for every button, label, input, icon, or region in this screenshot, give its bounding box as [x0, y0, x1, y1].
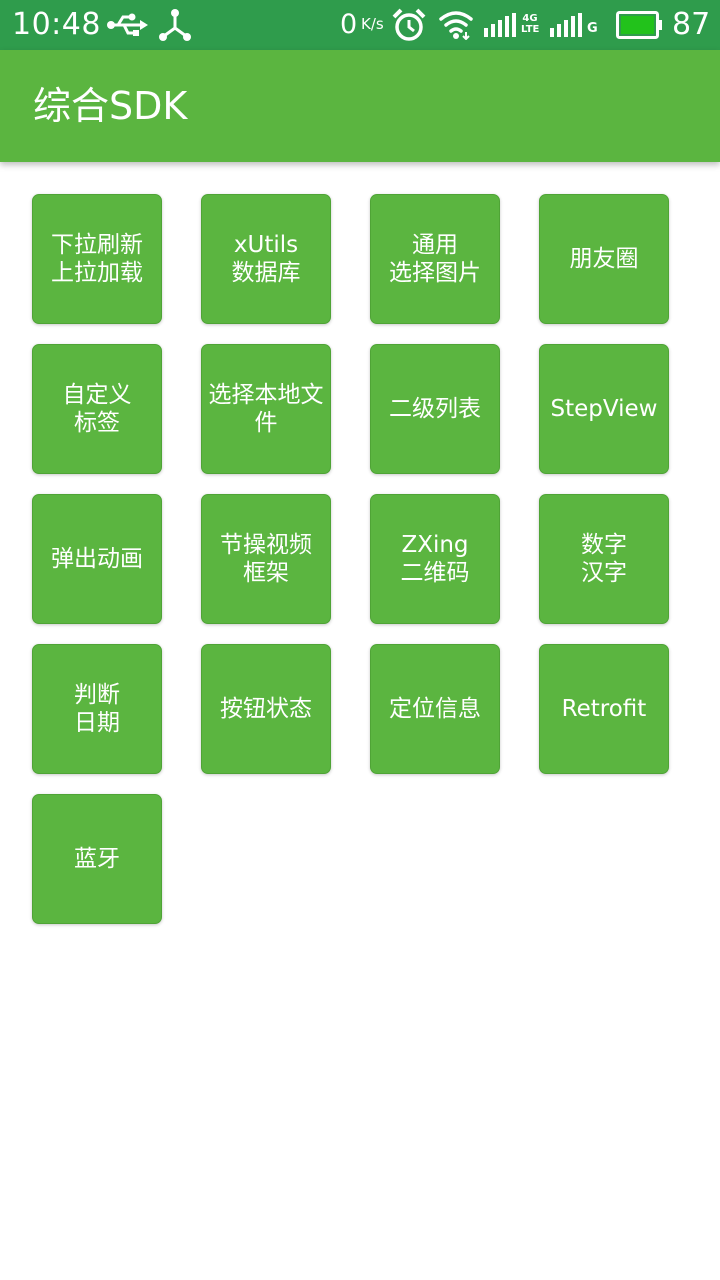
signal-icon [550, 13, 582, 37]
status-bar: 10:48 0 K/s 4G LTE G 87 [0, 0, 720, 50]
page-title: 综合SDK [33, 84, 188, 128]
tile-select-images[interactable]: 通用 选择图片 [370, 194, 500, 324]
tile-custom-tags[interactable]: 自定义 标签 [32, 344, 162, 474]
tile-zxing-qrcode[interactable]: ZXing 二维码 [370, 494, 500, 624]
signal-type-label: G [587, 21, 598, 36]
net-speed-value: 0 [340, 9, 358, 40]
tile-moments[interactable]: 朋友圈 [539, 194, 669, 324]
usb-icon [107, 13, 148, 36]
tile-number-chinese[interactable]: 数字 汉字 [539, 494, 669, 624]
tile-pull-refresh[interactable]: 下拉刷新 上拉加载 [32, 194, 162, 324]
alarm-icon [392, 8, 426, 41]
tile-location-info[interactable]: 定位信息 [370, 644, 500, 774]
tile-popup-animation[interactable]: 弹出动画 [32, 494, 162, 624]
tile-video-framework[interactable]: 节操视频 框架 [201, 494, 331, 624]
feature-grid: 下拉刷新 上拉加载 xUtils 数据库 通用 选择图片 朋友圈 自定义 标签 … [32, 194, 672, 924]
app-bar: 综合SDK [0, 50, 720, 162]
status-time: 10:48 [12, 7, 101, 42]
tile-two-level-list[interactable]: 二级列表 [370, 344, 500, 474]
signal-type-label: 4G LTE [521, 13, 540, 35]
tile-xutils-database[interactable]: xUtils 数据库 [201, 194, 331, 324]
tile-retrofit[interactable]: Retrofit [539, 644, 669, 774]
wifi-icon [439, 11, 473, 40]
net-speed-unit: K/s [361, 15, 384, 33]
tile-bluetooth[interactable]: 蓝牙 [32, 794, 162, 924]
battery-icon [616, 11, 662, 39]
battery-level: 87 [672, 7, 711, 42]
tile-button-state[interactable]: 按钮状态 [201, 644, 331, 774]
share-icon [159, 9, 191, 41]
tile-stepview[interactable]: StepView [539, 344, 669, 474]
tile-judge-date[interactable]: 判断 日期 [32, 644, 162, 774]
tile-select-local-file[interactable]: 选择本地文 件 [201, 344, 331, 474]
signal-icon [484, 13, 516, 37]
